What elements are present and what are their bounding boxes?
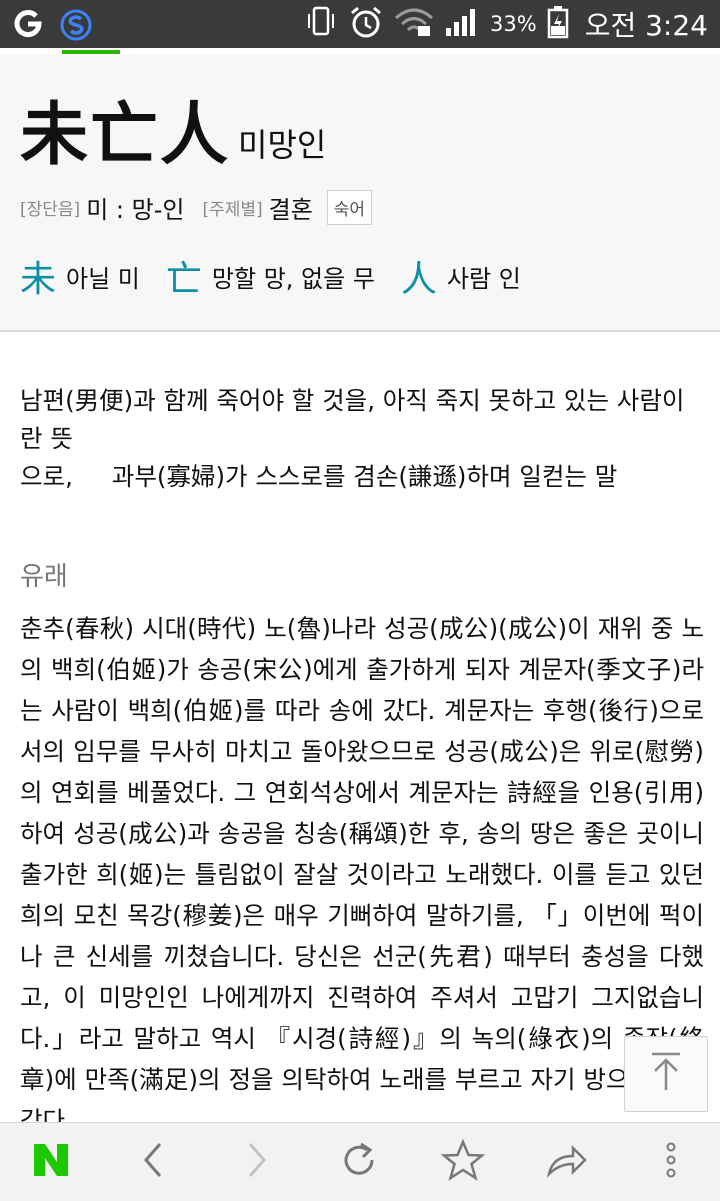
naver-home-button[interactable]	[28, 1139, 74, 1185]
g-app-icon	[14, 10, 42, 38]
entry-header: 未亡人 미망인 [장단음] 미 : 망-인 [주제별] 결혼 숙어 未 아닐 미…	[0, 54, 720, 332]
scroll-to-top-button[interactable]	[624, 1036, 708, 1112]
bookmark-button[interactable]	[440, 1138, 486, 1185]
origin-heading: 유래	[20, 562, 68, 592]
definition-line: 으로, 과부(寡婦)가 스스로를 겸손(謙遜)하며 일컫는 말	[20, 462, 618, 491]
forward-icon	[242, 1140, 272, 1184]
more-button[interactable]	[648, 1139, 694, 1185]
definition-line: 남편(男便)과 함께 죽어야 할 것을, 아직 죽지 못하고 있는 사람이란 뜻	[20, 386, 685, 453]
back-button[interactable]	[130, 1139, 176, 1185]
topic-link[interactable]: 결혼	[269, 190, 313, 225]
back-icon	[138, 1140, 168, 1184]
hanja-meaning: 사람 인	[446, 264, 521, 293]
battery-icon	[547, 5, 569, 43]
status-bar: 33% 오전 3:24	[0, 0, 720, 48]
hanja-char-link[interactable]: 未	[20, 250, 56, 302]
more-icon	[661, 1140, 681, 1184]
hanja-meaning: 망할 망, 없을 무	[211, 264, 375, 293]
signal-icon	[444, 6, 480, 42]
pronunciation-value: 미 : 망-인	[86, 196, 185, 224]
meta-row: [장단음] 미 : 망-인 [주제별] 결혼 숙어	[20, 190, 373, 225]
hanja-char-link[interactable]: 亡	[166, 250, 202, 302]
share-icon	[545, 1140, 589, 1184]
type-badge: 숙어	[326, 190, 373, 225]
share-button[interactable]	[544, 1139, 590, 1185]
refresh-icon	[339, 1140, 379, 1184]
origin-text: 춘추(春秋) 시대(時代) 노(魯)나라 성공(成公)(成公)이 재위 중 노의…	[20, 614, 704, 1135]
clock: 오전 3:24	[584, 9, 708, 42]
definition: 남편(男便)과 함께 죽어야 할 것을, 아직 죽지 못하고 있는 사람이란 뜻…	[20, 382, 700, 496]
refresh-button[interactable]	[336, 1139, 382, 1185]
vibrate-icon	[304, 5, 338, 43]
s-app-icon	[60, 9, 92, 41]
idiom-hanja: 未亡人	[20, 96, 231, 175]
hanja-char-link[interactable]: 人	[401, 250, 437, 302]
naver-logo-icon	[31, 1142, 71, 1182]
bookmark-star-icon	[440, 1138, 486, 1185]
hanja-meaning: 아닐 미	[66, 264, 140, 293]
topic-tag: [주제별]	[202, 200, 263, 220]
character-breakdown: 未 아닐 미 亡 망할 망, 없을 무 人 사람 인	[20, 250, 547, 302]
browser-toolbar	[0, 1122, 720, 1201]
arrow-up-icon	[646, 1050, 686, 1098]
wifi-icon	[394, 6, 434, 42]
idiom-reading: 미망인	[238, 126, 327, 164]
alarm-icon	[348, 4, 384, 44]
pronunciation-tag: [장단음]	[20, 200, 81, 220]
battery-percent: 33%	[490, 12, 537, 36]
forward-button[interactable]	[234, 1139, 280, 1185]
